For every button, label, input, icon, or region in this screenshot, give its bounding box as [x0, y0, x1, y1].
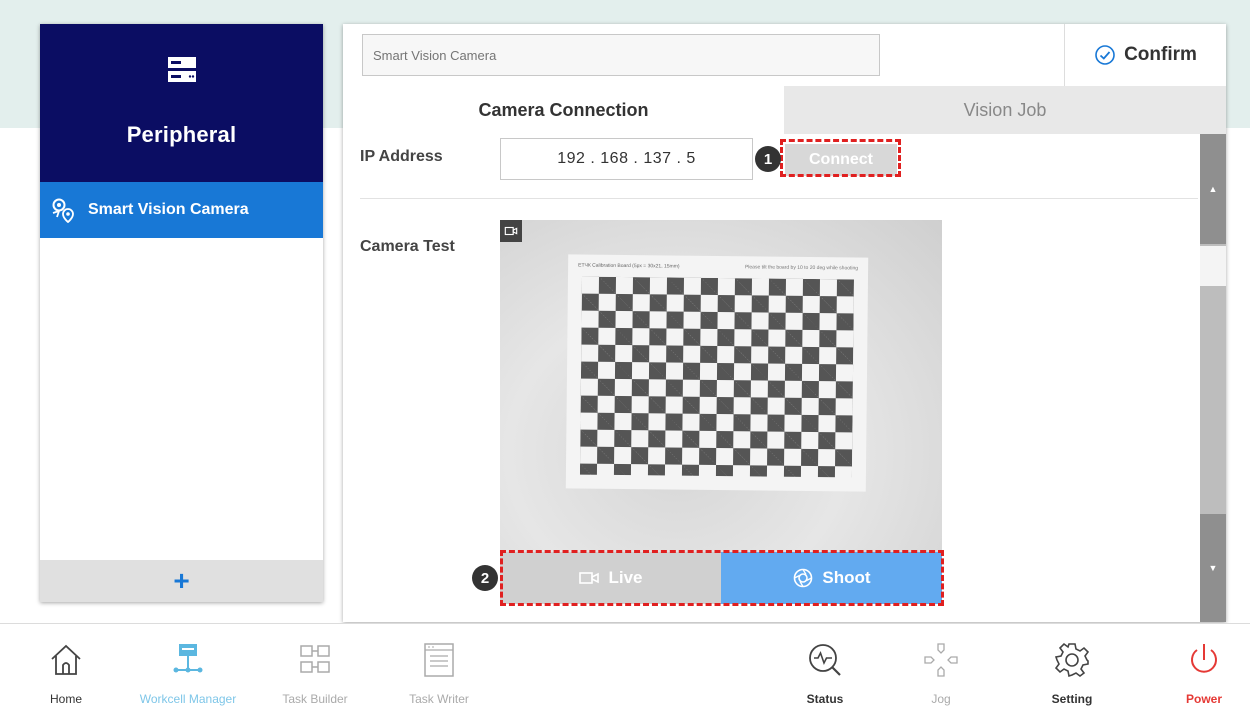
nav-jog-label: Jog — [931, 692, 951, 706]
nav-task-builder-label: Task Builder — [282, 692, 348, 706]
vertical-scrollbar[interactable]: ▲ ▼ — [1200, 134, 1226, 622]
nav-home[interactable]: Home — [40, 624, 92, 713]
jog-icon — [924, 643, 958, 677]
nav-workcell-label: Workcell Manager — [139, 692, 237, 706]
task-builder-icon — [300, 645, 330, 673]
nav-task-builder[interactable]: Task Builder — [270, 624, 360, 713]
tab-vision-job[interactable]: Vision Job — [784, 86, 1226, 134]
check-circle-icon — [1095, 45, 1115, 65]
bottom-navigation: Home Workcell Manager Task Builder Task … — [0, 623, 1250, 713]
camera-test-label: Camera Test — [360, 238, 455, 255]
nav-jog[interactable]: Jog — [916, 624, 966, 713]
home-icon — [51, 644, 81, 675]
calibration-board-image: ЕТЧК Calibration Board (5px = 30x21, 15m… — [565, 254, 869, 492]
annotation-badge-1: 1 — [755, 146, 781, 172]
nav-home-label: Home — [49, 692, 82, 706]
scroll-thumb[interactable] — [1200, 246, 1226, 286]
confirm-button[interactable]: Confirm — [1064, 24, 1226, 86]
nav-power[interactable]: Power — [1174, 624, 1234, 713]
workcell-icon — [173, 644, 203, 673]
sidebar-item-smart-vision-camera[interactable]: Smart Vision Camera — [40, 182, 323, 238]
confirm-label: Confirm — [1124, 44, 1197, 65]
peripheral-title: Peripheral — [126, 122, 237, 147]
tab-camera-connection[interactable]: Camera Connection — [343, 86, 784, 134]
checkerboard-pattern — [579, 276, 854, 478]
tab-bar: Camera Connection Vision Job — [343, 86, 1226, 134]
calibration-board-note: Please tilt the board by 10 to 20 deg wh… — [744, 264, 859, 272]
triangle-down-icon: ▼ — [1208, 563, 1218, 573]
nav-setting-label: Setting — [1051, 692, 1093, 706]
peripheral-panel: Peripheral Smart Vision Camera + — [40, 24, 323, 602]
peripheral-name-input[interactable] — [362, 34, 880, 76]
peripheral-header: Peripheral — [40, 24, 323, 182]
annotation-badge-2: 2 — [472, 565, 498, 591]
video-camera-icon — [500, 220, 522, 242]
scroll-down-button[interactable]: ▼ — [1200, 514, 1226, 622]
annotation-box-connect — [780, 139, 901, 177]
ip-address-input[interactable]: 192 . 168 . 137 . 5 — [500, 138, 753, 180]
camera-preview: ЕТЧК Calibration Board (5px = 30x21, 15m… — [500, 220, 942, 552]
nav-setting[interactable]: Setting — [1042, 624, 1102, 713]
nav-task-writer[interactable]: Task Writer — [398, 624, 480, 713]
camera-location-icon — [52, 198, 74, 223]
nav-power-label: Power — [1185, 692, 1222, 706]
scroll-up-button[interactable]: ▲ — [1200, 134, 1226, 244]
nav-status[interactable]: Status — [800, 624, 850, 713]
nav-task-writer-label: Task Writer — [409, 692, 469, 706]
task-writer-icon — [424, 643, 454, 677]
gear-icon — [1054, 642, 1090, 678]
annotation-box-live-shoot — [500, 550, 944, 606]
calibration-board-title: ЕТЧК Calibration Board (5px = 30x21, 15m… — [578, 262, 680, 270]
status-icon — [809, 644, 841, 676]
section-divider — [360, 198, 1198, 199]
main-panel: Confirm Camera Connection Vision Job IP … — [343, 24, 1226, 622]
server-icon — [168, 57, 196, 82]
ip-address-label: IP Address — [360, 148, 443, 165]
power-icon — [1191, 644, 1217, 673]
add-peripheral-button[interactable]: + — [40, 560, 323, 602]
nav-status-label: Status — [806, 692, 844, 706]
sidebar-item-label: Smart Vision Camera — [88, 201, 249, 218]
nav-workcell-manager[interactable]: Workcell Manager — [126, 624, 250, 713]
triangle-up-icon: ▲ — [1208, 184, 1218, 194]
